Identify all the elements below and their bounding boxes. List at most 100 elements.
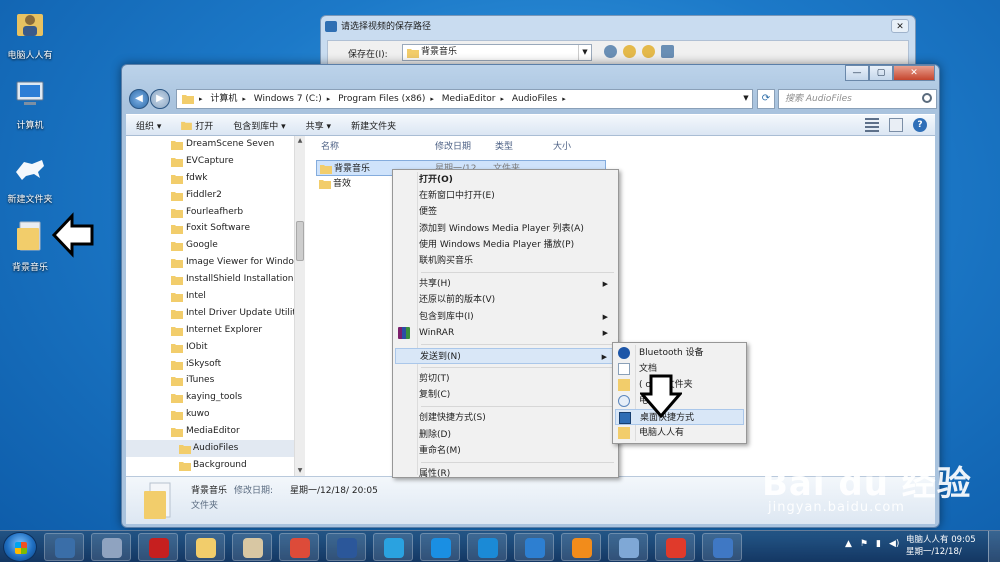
- taskbar-app[interactable]: [702, 533, 742, 561]
- share-button[interactable]: 共享 ▾: [306, 119, 331, 132]
- taskbar-app[interactable]: [185, 533, 225, 561]
- forward-button[interactable]: ▶: [150, 89, 170, 109]
- taskbar-app[interactable]: [232, 533, 272, 561]
- sidebar-item[interactable]: Internet Explorer: [126, 322, 294, 339]
- sidebar-item[interactable]: MediaEditor: [126, 423, 294, 440]
- sidebar-item[interactable]: Image Viewer for Windows: [126, 254, 294, 271]
- sidebar-item[interactable]: iSkysoft: [126, 356, 294, 373]
- menu-item[interactable]: 添加到 Windows Media Player 列表(A): [395, 221, 616, 237]
- search-input[interactable]: 搜索 AudioFiles: [778, 89, 937, 109]
- scroll-up-icon[interactable]: ▲: [295, 136, 305, 146]
- sidebar-item[interactable]: fdwk: [126, 170, 294, 187]
- menu-item[interactable]: 共享(H) ▶: [395, 276, 616, 292]
- flag-icon[interactable]: ⚑: [860, 539, 868, 549]
- menu-item[interactable]: 属性(R): [395, 466, 616, 482]
- dialog-close-button[interactable]: ✕: [891, 19, 909, 33]
- breadcrumb-item[interactable]: Windows 7 (C:): [254, 94, 322, 104]
- taskbar-app[interactable]: [326, 533, 366, 561]
- open-button[interactable]: 打开: [181, 119, 213, 132]
- scroll-thumb[interactable]: [296, 221, 304, 261]
- view-options-icon[interactable]: [865, 118, 879, 132]
- back-icon[interactable]: [604, 45, 617, 58]
- column-header-name[interactable]: 名称: [321, 139, 339, 153]
- include-in-library-button[interactable]: 包含到库中 ▾: [233, 119, 285, 132]
- chevron-down-icon[interactable]: ▼: [578, 45, 591, 60]
- view-menu-icon[interactable]: [661, 45, 674, 58]
- sidebar-item[interactable]: AudioFiles: [126, 440, 294, 457]
- address-bar[interactable]: ▸ 计算机 ▸ Windows 7 (C:) ▸ Program Files (x8…: [176, 89, 753, 109]
- refresh-button[interactable]: ⟳: [757, 89, 775, 109]
- close-button[interactable]: ✕: [893, 65, 935, 81]
- save-in-combo[interactable]: 背景音乐 ▼: [402, 44, 592, 61]
- up-folder-icon[interactable]: [623, 45, 636, 58]
- menu-item[interactable]: 删除(D): [395, 427, 616, 443]
- menu-item[interactable]: 发送到(N) ▶: [395, 347, 616, 365]
- nav-scrollbar[interactable]: ▲ ▼: [294, 136, 305, 476]
- desktop-icon-computer[interactable]: 计算机: [0, 76, 60, 131]
- sidebar-item[interactable]: InstallShield Installation Information: [126, 271, 294, 288]
- minimize-button[interactable]: —: [845, 65, 869, 81]
- start-button[interactable]: [3, 532, 37, 562]
- menu-item[interactable]: WinRAR ▶: [395, 325, 616, 341]
- send-to-item[interactable]: 电脑人人有: [615, 425, 744, 441]
- taskbar-app[interactable]: [467, 533, 507, 561]
- taskbar-app[interactable]: [608, 533, 648, 561]
- menu-item[interactable]: 重命名(M): [395, 443, 616, 459]
- sidebar-item[interactable]: Foxit Software: [126, 220, 294, 237]
- menu-item[interactable]: 使用 Windows Media Player 播放(P): [395, 237, 616, 253]
- sidebar-item[interactable]: Intel: [126, 288, 294, 305]
- taskbar-app[interactable]: [91, 533, 131, 561]
- organize-button[interactable]: 组织 ▾: [136, 119, 161, 132]
- breadcrumb-item[interactable]: MediaEditor: [442, 94, 496, 104]
- send-to-item[interactable]: Bluetooth 设备: [615, 345, 744, 361]
- help-icon[interactable]: ?: [913, 118, 927, 132]
- sidebar-item[interactable]: DreamScene Seven: [126, 136, 294, 153]
- maximize-button[interactable]: ▢: [869, 65, 893, 81]
- sidebar-item[interactable]: Intel Driver Update Utility: [126, 305, 294, 322]
- menu-item[interactable]: 创建快捷方式(S): [395, 410, 616, 426]
- taskbar-app[interactable]: [561, 533, 601, 561]
- breadcrumb-item[interactable]: AudioFiles: [512, 94, 557, 104]
- address-dropdown-icon[interactable]: ▼: [738, 89, 754, 109]
- taskbar-app[interactable]: [514, 533, 554, 561]
- taskbar-app[interactable]: [279, 533, 319, 561]
- sidebar-item[interactable]: Fiddler2: [126, 187, 294, 204]
- sidebar-item[interactable]: Google: [126, 237, 294, 254]
- sidebar-item[interactable]: IObit: [126, 339, 294, 356]
- sidebar-item[interactable]: iTunes: [126, 372, 294, 389]
- menu-item[interactable]: 在新窗口中打开(E): [395, 188, 616, 204]
- menu-item[interactable]: 剪切(T): [395, 371, 616, 387]
- menu-item[interactable]: 便签: [395, 204, 616, 220]
- menu-item[interactable]: 复制(C): [395, 387, 616, 403]
- menu-item[interactable]: 打开(O): [395, 172, 616, 188]
- volume-icon[interactable]: ◀): [889, 539, 899, 549]
- taskbar-app[interactable]: [373, 533, 413, 561]
- desktop-icon-new-folder[interactable]: 新建文件夹: [0, 150, 60, 205]
- taskbar-app[interactable]: [420, 533, 460, 561]
- menu-item[interactable]: 联机购买音乐: [395, 253, 616, 269]
- back-button[interactable]: ◀: [129, 89, 149, 109]
- column-header-type[interactable]: 类型: [495, 139, 513, 153]
- taskbar-app[interactable]: [138, 533, 178, 561]
- network-icon[interactable]: ▮: [876, 539, 881, 549]
- column-header-size[interactable]: 大小: [553, 139, 571, 153]
- new-folder-button[interactable]: 新建文件夹: [351, 119, 396, 132]
- sidebar-item[interactable]: kuwo: [126, 406, 294, 423]
- taskbar-app[interactable]: [44, 533, 84, 561]
- preview-pane-icon[interactable]: [889, 118, 903, 132]
- taskbar-app[interactable]: [655, 533, 695, 561]
- column-header-modified[interactable]: 修改日期: [435, 139, 471, 153]
- sidebar-item[interactable]: Background: [126, 457, 294, 474]
- breadcrumb-item[interactable]: Program Files (x86): [338, 94, 425, 104]
- menu-item[interactable]: 还原以前的版本(V): [395, 292, 616, 308]
- desktop-icon-user[interactable]: 电脑人人有: [0, 6, 60, 61]
- clock[interactable]: 电脑人人有 09:05 星期一/12/18/: [906, 534, 976, 558]
- new-folder-icon[interactable]: [642, 45, 655, 58]
- sidebar-item[interactable]: kaying_tools: [126, 389, 294, 406]
- menu-item[interactable]: 包含到库中(I) ▶: [395, 309, 616, 325]
- tray-expand-icon[interactable]: ▲: [845, 539, 852, 549]
- sidebar-item[interactable]: EVCapture: [126, 153, 294, 170]
- desktop-icon-music[interactable]: 背景音乐: [0, 218, 60, 273]
- breadcrumb-item[interactable]: 计算机: [210, 94, 237, 104]
- show-desktop-button[interactable]: [988, 531, 1000, 562]
